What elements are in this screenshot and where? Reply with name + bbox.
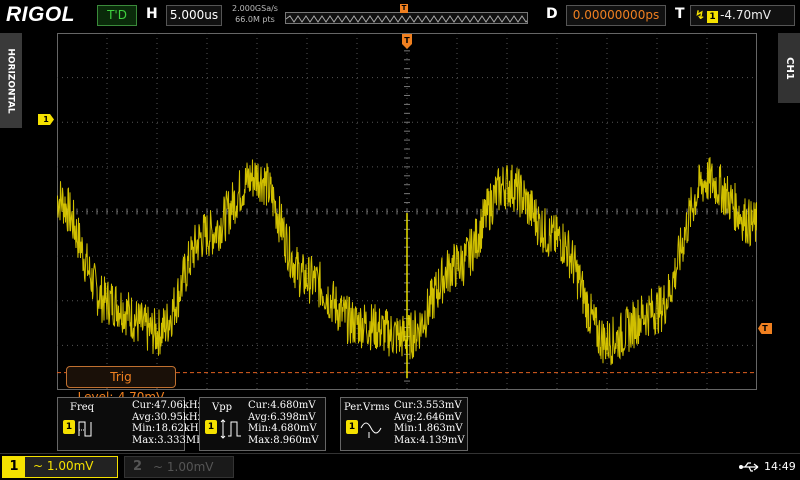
usb-icon [739,462,759,472]
timebase-label: H [146,6,158,22]
trigger-level-value: -4.70mV [720,8,772,22]
measurement-cur: Cur:4.680mV [248,400,316,411]
measurement-channel: 1 [205,420,217,434]
ch1-tab[interactable]: CH1 [778,33,800,103]
channel-2-number: 2 [133,459,143,474]
trigger-position-marker-top: T [400,4,408,13]
measurement-freq[interactable]: Freq 1 Cur:47.06kHz Avg:30.95kHz Min:18.… [57,397,210,451]
memory-waveform-icon [286,15,527,23]
measurement-per-vrms[interactable]: Per.Vrms 1 Cur:3.553mV Avg:2.646mV Min:1… [340,397,468,451]
acquisition-info: 2.000GSa/s 66.0M pts [227,3,283,25]
channel-bar: 1 ~ 1.00mV 2 ~ 1.00mV 14:49 [0,453,800,480]
horizontal-tab-label: HORIZONTAL [6,47,16,114]
memory-position-bar[interactable] [285,12,528,24]
timebase-value[interactable]: 5.000us [166,5,222,26]
measurement-channel: 1 [63,420,75,434]
memory-depth: 66.0M pts [235,15,275,24]
trigger-edge-icon: ↯ [695,8,706,22]
vpp-icon [220,419,241,439]
frequency-icon [78,421,92,437]
measurement-min: Min:1.863mV [394,423,463,434]
measurement-vpp[interactable]: Vpp 1 Cur:4.680mV Avg:6.398mV Min:4.680m… [199,397,326,451]
measurement-max: Max:4.139mV [394,434,465,446]
run-status-badge[interactable]: T'D [97,5,137,26]
trigger-position-letter: T [404,36,410,45]
top-status-bar: RIGOL T'D H 5.000us 2.000GSa/s 66.0M pts… [0,0,800,31]
waveform-display[interactable] [57,33,757,390]
measurement-avg: Avg:2.646mV [394,411,462,423]
delay-label: D [546,6,558,22]
trigger-label: T [675,6,685,22]
brand-logo: RIGOL [6,3,75,26]
sample-rate: 2.000GSa/s [232,4,278,13]
measurement-max: Max:8.960mV [248,434,319,446]
trigger-position-marker[interactable]: T [402,34,412,49]
trigger-level-marker[interactable]: T [758,323,772,334]
measurement-title: Vpp [212,402,233,413]
trigger-channel: 1 [707,11,719,23]
channel-1-number: 1 [3,457,25,477]
measurement-avg: Avg:6.398mV [248,411,316,423]
measurement-min: Min:4.680mV [248,423,317,434]
channel-1-scale: ~ 1.00mV [33,459,94,473]
measurement-title: Per.Vrms [344,402,390,413]
measurement-channel: 1 [346,420,358,434]
channel-2-tab[interactable]: 2 ~ 1.00mV [124,456,234,478]
ch1-offset-marker[interactable]: 1 [38,114,54,125]
rms-icon [360,422,382,438]
delay-value[interactable]: 0.00000000ps [566,5,666,26]
trigger-level-label: Trig Level:-4.70mV [66,366,176,404]
channel-2-scale: ~ 1.00mV [153,460,214,474]
horizontal-tab[interactable]: HORIZONTAL [0,33,22,128]
ch1-tab-label: CH1 [783,56,795,80]
clock: 14:49 [764,460,796,473]
measurement-cur: Cur:3.553mV [394,400,462,411]
trigger-settings[interactable]: ↯ 1 -4.70mV [690,5,795,26]
channel-1-tab[interactable]: 1 ~ 1.00mV [2,456,118,478]
measurement-title: Freq [70,402,95,413]
